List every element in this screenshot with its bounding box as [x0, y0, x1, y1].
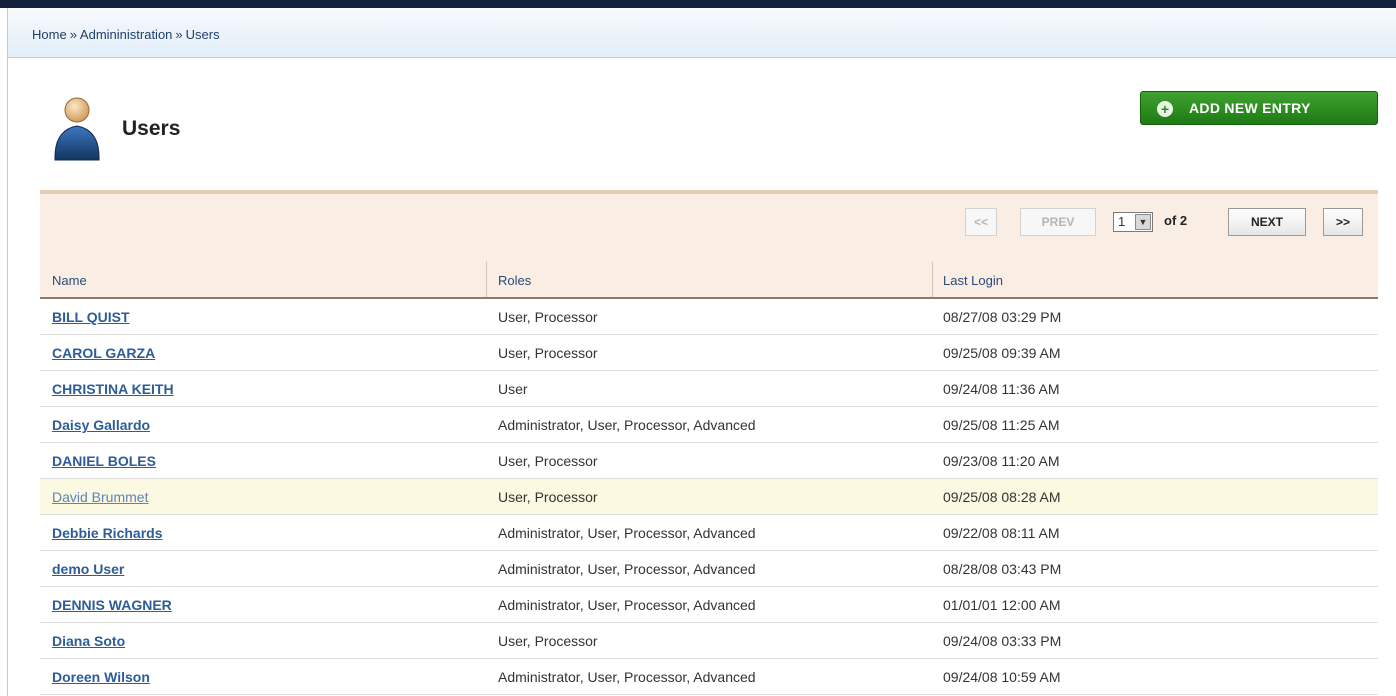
page-count: of 2 [1164, 213, 1188, 228]
column-divider [932, 262, 933, 297]
user-last-login: 08/27/08 03:29 PM [943, 309, 1062, 325]
table-header: Name Roles Last Login [40, 262, 1378, 299]
table-row: Doreen Wilson Administrator, User, Proce… [40, 659, 1378, 695]
user-icon [52, 96, 102, 162]
user-roles: User, Processor [498, 489, 598, 505]
left-border [0, 8, 8, 696]
page-select-value: 1 [1118, 214, 1126, 229]
last-page-button[interactable]: >> [1323, 208, 1363, 236]
table-row: Diana Soto User, Processor 09/24/08 03:3… [40, 623, 1378, 659]
user-name-link[interactable]: Debbie Richards [52, 525, 162, 541]
user-roles: Administrator, User, Processor, Advanced [498, 417, 756, 433]
user-roles: User [498, 381, 528, 397]
user-name-link[interactable]: DENNIS WAGNER [52, 597, 172, 613]
user-name-link[interactable]: DANIEL BOLES [52, 453, 156, 469]
breadcrumb-administration[interactable]: Admininistration [80, 27, 173, 42]
user-last-login: 09/25/08 09:39 AM [943, 345, 1061, 361]
user-last-login: 09/23/08 11:20 AM [943, 453, 1060, 469]
user-name-link[interactable]: BILL QUIST [52, 309, 130, 325]
user-name-link[interactable]: demo User [52, 561, 124, 577]
add-new-entry-button[interactable]: + ADD NEW ENTRY [1140, 91, 1378, 125]
page-select[interactable]: 1 ▼ [1113, 212, 1153, 232]
breadcrumb-users: Users [185, 27, 220, 42]
table-row: CAROL GARZA User, Processor 09/25/08 09:… [40, 335, 1378, 371]
user-last-login: 09/22/08 08:11 AM [943, 525, 1060, 541]
breadcrumb: Home» Admininistration» Users [32, 27, 220, 42]
first-page-button[interactable]: << [965, 208, 997, 236]
user-last-login: 01/01/01 12:00 AM [943, 597, 1061, 613]
breadcrumb-separator: » [69, 27, 77, 42]
user-name-link[interactable]: Doreen Wilson [52, 669, 150, 685]
table-row: demo User Administrator, User, Processor… [40, 551, 1378, 587]
table-row-hovered: David Brummet User, Processor 09/25/08 0… [40, 479, 1378, 515]
pagination-bar: << PREV 1 ▼ of 2 NEXT >> [40, 190, 1378, 262]
breadcrumb-bar: Home» Admininistration» Users [8, 8, 1396, 58]
user-roles: User, Processor [498, 453, 598, 469]
plus-circle-icon: + [1157, 101, 1173, 117]
prev-page-button[interactable]: PREV [1020, 208, 1096, 236]
chevron-down-icon[interactable]: ▼ [1135, 214, 1151, 230]
table-row: Debbie Richards Administrator, User, Pro… [40, 515, 1378, 551]
user-roles: User, Processor [498, 309, 598, 325]
user-roles: Administrator, User, Processor, Advanced [498, 597, 756, 613]
user-last-login: 09/24/08 10:59 AM [943, 669, 1061, 685]
user-roles: Administrator, User, Processor, Advanced [498, 561, 756, 577]
user-name-link[interactable]: CHRISTINA KEITH [52, 381, 174, 397]
table-row: DANIEL BOLES User, Processor 09/23/08 11… [40, 443, 1378, 479]
next-page-button[interactable]: NEXT [1228, 208, 1306, 236]
users-table-body: BILL QUIST User, Processor 08/27/08 03:2… [40, 299, 1378, 695]
table-row: BILL QUIST User, Processor 08/27/08 03:2… [40, 299, 1378, 335]
top-bar [0, 0, 1396, 8]
breadcrumb-home[interactable]: Home [32, 27, 67, 42]
column-header-roles[interactable]: Roles [498, 273, 531, 288]
user-name-link[interactable]: Daisy Gallardo [52, 417, 150, 433]
table-row: DENNIS WAGNER Administrator, User, Proce… [40, 587, 1378, 623]
user-last-login: 09/24/08 03:33 PM [943, 633, 1062, 649]
user-last-login: 09/24/08 11:36 AM [943, 381, 1060, 397]
user-name-link[interactable]: CAROL GARZA [52, 345, 155, 361]
table-row: Daisy Gallardo Administrator, User, Proc… [40, 407, 1378, 443]
breadcrumb-separator: » [175, 27, 183, 42]
user-roles: User, Processor [498, 633, 598, 649]
column-header-name[interactable]: Name [52, 273, 87, 288]
add-new-entry-label: ADD NEW ENTRY [1189, 100, 1311, 116]
column-divider [486, 262, 487, 297]
user-name-link[interactable]: David Brummet [52, 489, 148, 505]
page-title: Users [122, 117, 181, 140]
user-roles: Administrator, User, Processor, Advanced [498, 525, 756, 541]
user-last-login: 09/25/08 11:25 AM [943, 417, 1060, 433]
column-header-last-login[interactable]: Last Login [943, 273, 1003, 288]
user-roles: Administrator, User, Processor, Advanced [498, 669, 756, 685]
user-last-login: 09/25/08 08:28 AM [943, 489, 1061, 505]
user-roles: User, Processor [498, 345, 598, 361]
user-name-link[interactable]: Diana Soto [52, 633, 125, 649]
user-last-login: 08/28/08 03:43 PM [943, 561, 1062, 577]
table-row: CHRISTINA KEITH User 09/24/08 11:36 AM [40, 371, 1378, 407]
